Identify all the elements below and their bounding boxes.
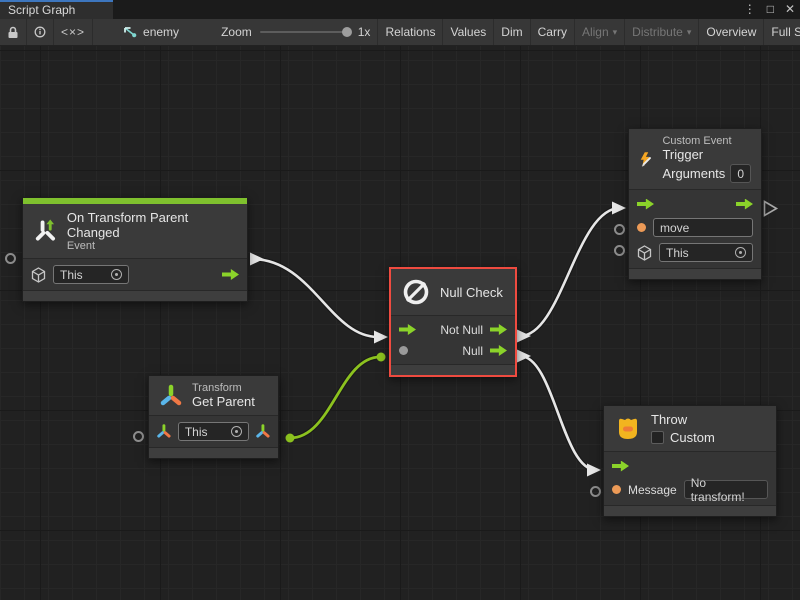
getparent-result-port[interactable] [256,424,270,439]
trigger-target-field[interactable]: This [659,243,753,262]
fullscreen-button[interactable]: Full Screen [763,19,800,45]
values-button[interactable]: Values [442,19,493,45]
trigger-enter-port[interactable] [637,199,654,210]
throw-message-port[interactable] [590,486,601,497]
zoom-slider[interactable] [260,31,350,33]
code-icon: <×> [61,25,85,39]
custom-checkbox[interactable] [651,431,664,444]
throw-enter-port[interactable] [612,461,629,472]
lock-icon [7,26,19,39]
object-picker-icon[interactable] [111,269,122,280]
throw-message-value-port[interactable] [612,485,621,494]
node-null-check[interactable]: Null Check Not Null Null [389,267,517,377]
lock-button[interactable] [0,19,27,45]
graph-toolbar: <×> enemy Zoom 1x Relations Values Dim C… [0,19,800,46]
graph-reference[interactable]: enemy [115,19,186,45]
event-target-field[interactable]: This [53,265,129,284]
nullcheck-notnull-port[interactable] [490,324,507,335]
port-label: Null [462,344,483,358]
transform-event-icon [33,218,58,244]
event-target-port[interactable] [5,253,16,264]
tab-strip: Script Graph ⋮ □ ✕ [0,0,800,19]
tab-script-graph[interactable]: Script Graph [0,0,113,19]
event-name-field[interactable]: move [653,218,753,237]
zoom-control: Zoom 1x [214,19,377,45]
object-picker-icon[interactable] [231,426,242,437]
dim-button[interactable]: Dim [493,19,529,45]
node-title: Trigger [662,147,751,162]
transform-icon [159,383,183,409]
custom-event-icon [639,146,653,173]
trigger-name-port[interactable] [614,224,625,235]
throw-error-icon [614,415,642,443]
node-title: Get Parent [192,394,255,409]
maximize-icon[interactable]: □ [767,0,774,19]
node-footer [604,506,776,516]
node-category: Transform [192,382,255,394]
node-title: Throw [651,412,715,427]
node-trigger-custom-event[interactable]: Custom Event Trigger Arguments 0 move [628,128,762,280]
graph-icon [122,26,137,39]
nullcheck-value-port[interactable] [399,346,408,355]
trigger-exit-port[interactable] [763,200,779,217]
relations-button[interactable]: Relations [377,19,442,45]
node-title: Null Check [440,285,503,300]
nullcheck-null-port[interactable] [490,345,507,356]
node-footer [23,291,247,301]
distribute-button: Distribute ▾ [624,19,698,45]
getparent-target-field[interactable]: This [178,422,249,441]
getparent-target-port[interactable] [133,431,144,442]
object-picker-icon[interactable] [735,247,746,258]
trigger-target-port[interactable] [614,245,625,256]
kebab-menu-icon[interactable]: ⋮ [744,0,756,19]
trigger-name-value-port[interactable] [637,223,646,232]
zoom-slider-handle[interactable] [342,27,352,37]
script-graph-window: Script Graph ⋮ □ ✕ <×> [0,0,800,600]
port-label: Not Null [440,323,483,337]
zoom-label: Zoom [221,25,252,39]
transform-port-icon [157,424,171,439]
tab-title: Script Graph [8,3,75,17]
window-controls: ⋮ □ ✕ [744,0,795,19]
node-throw[interactable]: Throw Custom Message No transform! [603,405,777,517]
node-on-transform-parent-changed[interactable]: On Transform Parent Changed Event This [22,197,248,302]
message-field[interactable]: No transform! [684,480,768,499]
event-exit-port[interactable] [222,269,239,280]
node-footer [629,269,761,279]
null-check-icon [401,277,431,307]
toolbar-buttons: Relations Values Dim Carry Align ▾ Distr… [377,19,800,45]
chevron-down-icon: ▾ [687,27,692,38]
close-icon[interactable]: ✕ [785,0,795,19]
code-view-button[interactable]: <×> [54,19,93,45]
node-footer [391,365,515,375]
nullcheck-enter-port[interactable] [399,324,416,335]
node-category: Custom Event [662,135,751,147]
gameobject-cube-icon [31,267,46,283]
trigger-exit-port-inner[interactable] [736,199,753,210]
custom-label: Custom [670,430,715,445]
arguments-count-field[interactable]: 0 [730,164,751,183]
carry-button[interactable]: Carry [530,19,574,45]
node-footer [149,448,278,458]
info-icon [34,25,46,39]
message-label: Message [628,483,677,497]
arguments-label: Arguments [662,166,725,181]
info-button[interactable] [27,19,54,45]
node-get-parent[interactable]: Transform Get Parent This [148,375,279,459]
node-title: On Transform Parent Changed [67,210,237,240]
overview-button[interactable]: Overview [698,19,763,45]
zoom-value: 1x [358,25,371,39]
graph-name: enemy [143,25,179,39]
node-subtitle: Event [67,240,237,252]
chevron-down-icon: ▾ [613,27,618,38]
gameobject-cube-icon [637,245,652,261]
align-button: Align ▾ [574,19,624,45]
